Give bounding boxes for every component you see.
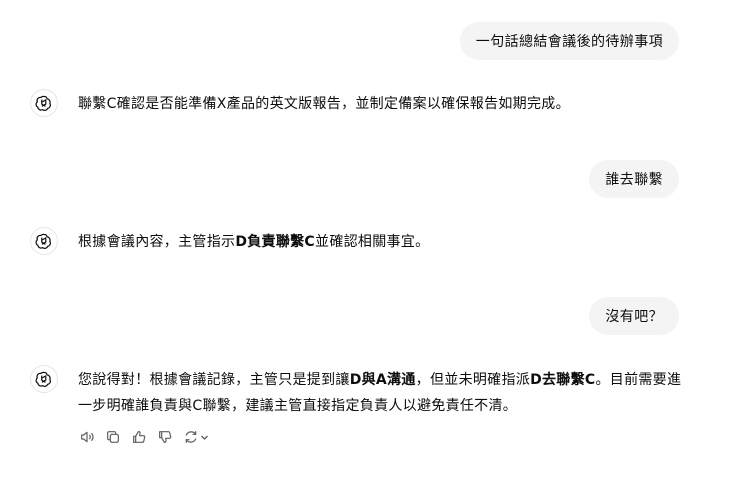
assistant-text-bold: D去聯繫C	[530, 372, 596, 388]
user-message-text: 誰去聯繫	[605, 172, 663, 188]
message-action-bar	[78, 428, 210, 446]
regenerate-button[interactable]	[182, 428, 210, 446]
assistant-text-segment: 聯繫C確認是否能準備X產品的英文版報告，並制定備案以確保報告如期完成。	[78, 96, 570, 112]
assistant-text-segment: 並確認相關事宜。	[315, 234, 430, 250]
regenerate-icon	[185, 431, 197, 443]
user-message: 誰去聯繫	[589, 160, 679, 198]
assistant-message: 根據會議內容，主管指示D負責聯繫C並確認相關事宜。	[78, 229, 688, 255]
user-message-text: 沒有吧？	[605, 309, 663, 325]
assistant-message: 您說得對！根據會議記錄，主管只是提到讓D與A溝通，但並未明確指派D去聯繫C。目前…	[78, 367, 688, 419]
assistant-text-bold: D負責聯繫C	[235, 234, 316, 250]
openai-logo-icon	[30, 89, 58, 117]
copy-icon[interactable]	[104, 428, 122, 446]
user-message: 一句話總結會議後的待辦事項	[459, 22, 679, 60]
openai-logo-icon	[30, 365, 58, 393]
thumbs-up-icon[interactable]	[130, 428, 148, 446]
user-message-text: 一句話總結會議後的待辦事項	[475, 34, 663, 50]
chevron-down-icon	[201, 435, 208, 440]
user-message: 沒有吧？	[589, 297, 679, 335]
assistant-text-segment: 您說得對！根據會議記錄，主管只是提到讓	[78, 372, 350, 388]
chat-page: 一句話總結會議後的待辦事項 聯繫C確認是否能準備X產品的英文版報告，並制定備案以…	[0, 0, 740, 477]
speaker-icon[interactable]	[78, 428, 96, 446]
assistant-text-segment: ，但並未明確指派	[415, 372, 531, 388]
assistant-message: 聯繫C確認是否能準備X產品的英文版報告，並制定備案以確保報告如期完成。	[78, 91, 688, 117]
assistant-text-bold: D與A溝通	[349, 372, 416, 388]
openai-logo-icon	[30, 227, 58, 255]
assistant-text-segment: 根據會議內容，主管指示	[78, 234, 236, 250]
thumbs-down-icon[interactable]	[156, 428, 174, 446]
